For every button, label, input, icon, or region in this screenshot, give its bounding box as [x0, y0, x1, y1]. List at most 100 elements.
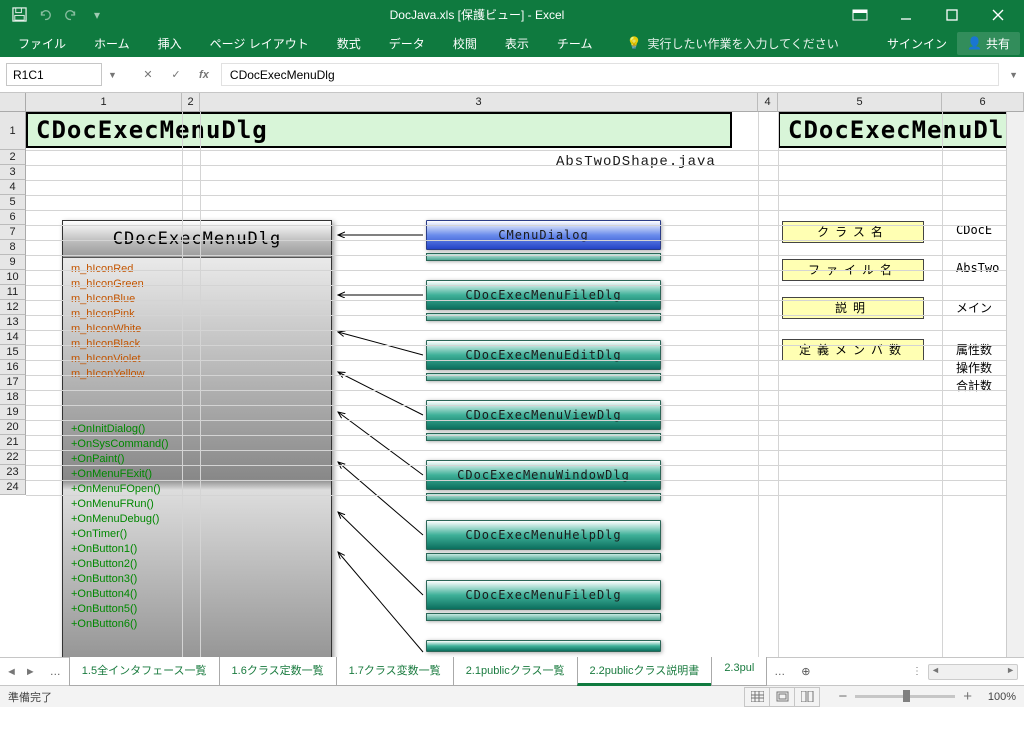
java-filename: AbsTwoDShape.java: [556, 154, 716, 170]
row-header[interactable]: 1: [0, 112, 26, 150]
uml-operation: +OnButton1(): [71, 542, 323, 557]
ribbon-tab[interactable]: 数式: [323, 30, 375, 57]
zoom-level[interactable]: 100%: [980, 691, 1016, 703]
share-button[interactable]: 👤 共有: [957, 32, 1020, 55]
sheet-nav-last-icon[interactable]: ►: [25, 666, 36, 678]
name-box[interactable]: [6, 63, 102, 86]
uml-operation: +OnButton2(): [71, 557, 323, 572]
zoom-slider[interactable]: [855, 695, 955, 698]
tell-me[interactable]: 💡 実行したい作業を入力してください: [626, 35, 838, 52]
sheet-more-icon[interactable]: …: [42, 661, 69, 683]
ribbon-display-icon[interactable]: [838, 0, 882, 29]
new-sheet-icon[interactable]: ⊕: [793, 660, 818, 683]
undo-icon[interactable]: [34, 4, 56, 26]
sheet-tab[interactable]: 1.5全インタフェース一覧: [69, 657, 220, 686]
ribbon-tab[interactable]: ページ レイアウト: [196, 30, 323, 57]
row-header[interactable]: 11: [0, 285, 26, 300]
sheet-tab[interactable]: 2.1publicクラス一覧: [453, 657, 578, 686]
class-header-cell-right[interactable]: CDocExecMenuDl: [778, 112, 1022, 148]
related-class-box[interactable]: CDocExecMenuHelpDlg: [426, 520, 661, 550]
related-class-box[interactable]: [426, 640, 661, 652]
row-header[interactable]: 21: [0, 435, 26, 450]
sheet-more-icon[interactable]: …: [766, 661, 793, 683]
row-header[interactable]: 14: [0, 330, 26, 345]
column-header[interactable]: 4: [758, 93, 778, 112]
ribbon-tab[interactable]: ファイル: [4, 30, 80, 57]
side-value: 合計数: [956, 377, 992, 394]
titlebar: ▾ DocJava.xls [保護ビュー] - Excel: [0, 0, 1024, 29]
normal-view-icon[interactable]: [744, 687, 770, 707]
related-class-box[interactable]: CDocExecMenuFileDlg: [426, 580, 661, 610]
row-header[interactable]: 12: [0, 300, 26, 315]
uml-operation: +OnMenuFRun(): [71, 497, 323, 512]
row-header[interactable]: 7: [0, 225, 26, 240]
row-header[interactable]: 9: [0, 255, 26, 270]
horizontal-scrollbar[interactable]: [928, 664, 1018, 680]
row-header[interactable]: 16: [0, 360, 26, 375]
row-header[interactable]: 19: [0, 405, 26, 420]
fx-icon[interactable]: fx: [193, 64, 215, 86]
sheet-tab[interactable]: 2.2publicクラス説明書: [577, 657, 713, 686]
name-box-dropdown-icon[interactable]: ▼: [108, 70, 117, 80]
minimize-icon[interactable]: [884, 0, 928, 29]
ribbon-tab[interactable]: チーム: [543, 30, 607, 57]
select-all-corner[interactable]: [0, 93, 26, 112]
bulb-icon: 💡: [626, 36, 641, 50]
ribbon-tab[interactable]: ホーム: [80, 30, 144, 57]
sheet-nav-first-icon[interactable]: ◄: [6, 666, 17, 678]
row-header[interactable]: 3: [0, 165, 26, 180]
row-header[interactable]: 2: [0, 150, 26, 165]
column-header[interactable]: 6: [942, 93, 1024, 112]
row-header[interactable]: 22: [0, 450, 26, 465]
column-header[interactable]: 5: [778, 93, 942, 112]
ribbon-tab[interactable]: 校閲: [439, 30, 491, 57]
row-header[interactable]: 18: [0, 390, 26, 405]
uml-operation: +OnButton6(): [71, 617, 323, 632]
row-header[interactable]: 8: [0, 240, 26, 255]
cancel-formula-icon[interactable]: ✕: [137, 64, 159, 86]
row-header[interactable]: 13: [0, 315, 26, 330]
ribbon-tab[interactable]: データ: [375, 30, 439, 57]
sheet-tab-bar: ◄ ► … 1.5全インタフェース一覧1.6クラス定数一覧1.7クラス変数一覧2…: [0, 657, 1024, 685]
vertical-scrollbar[interactable]: [1006, 112, 1024, 657]
sheet-tab[interactable]: 2.3pul: [711, 657, 767, 686]
accept-formula-icon[interactable]: ✓: [165, 64, 187, 86]
uml-operation: +OnButton3(): [71, 572, 323, 587]
row-header[interactable]: 23: [0, 465, 26, 480]
uml-operation: +OnButton5(): [71, 602, 323, 617]
row-header[interactable]: 5: [0, 195, 26, 210]
save-icon[interactable]: [8, 4, 30, 26]
column-header[interactable]: 2: [182, 93, 200, 112]
sheet-tab[interactable]: 1.7クラス変数一覧: [336, 657, 454, 686]
zoom-in-icon[interactable]: +: [963, 688, 972, 705]
row-header[interactable]: 6: [0, 210, 26, 225]
ribbon-tab[interactable]: 表示: [491, 30, 543, 57]
signin-link[interactable]: サインイン: [887, 35, 947, 52]
formula-input[interactable]: [221, 63, 999, 86]
page-layout-view-icon[interactable]: [769, 687, 795, 707]
side-label: 定義メンバ数: [782, 339, 924, 361]
close-icon[interactable]: [976, 0, 1020, 29]
column-header[interactable]: 1: [26, 93, 182, 112]
column-header[interactable]: 3: [200, 93, 758, 112]
row-header[interactable]: 4: [0, 180, 26, 195]
formula-bar: ▼ ✕ ✓ fx ▼: [0, 57, 1024, 93]
redo-icon[interactable]: [60, 4, 82, 26]
spreadsheet-grid[interactable]: 123456 123456789101112131415161718192021…: [0, 93, 1024, 657]
row-header[interactable]: 10: [0, 270, 26, 285]
row-header[interactable]: 20: [0, 420, 26, 435]
uml-operation: +OnTimer(): [71, 527, 323, 542]
row-header[interactable]: 24: [0, 480, 26, 495]
side-value: 属性数: [956, 341, 992, 358]
class-header-cell[interactable]: CDocExecMenuDlg: [26, 112, 732, 148]
row-header[interactable]: 17: [0, 375, 26, 390]
row-header[interactable]: 15: [0, 345, 26, 360]
uml-operation: +OnButton4(): [71, 587, 323, 602]
zoom-out-icon[interactable]: −: [838, 688, 847, 705]
page-break-view-icon[interactable]: [794, 687, 820, 707]
ribbon-tab[interactable]: 挿入: [144, 30, 196, 57]
sheet-tab[interactable]: 1.6クラス定数一覧: [219, 657, 337, 686]
qat-dropdown-icon[interactable]: ▾: [86, 4, 108, 26]
formula-expand-icon[interactable]: ▼: [1009, 70, 1018, 80]
maximize-icon[interactable]: [930, 0, 974, 29]
